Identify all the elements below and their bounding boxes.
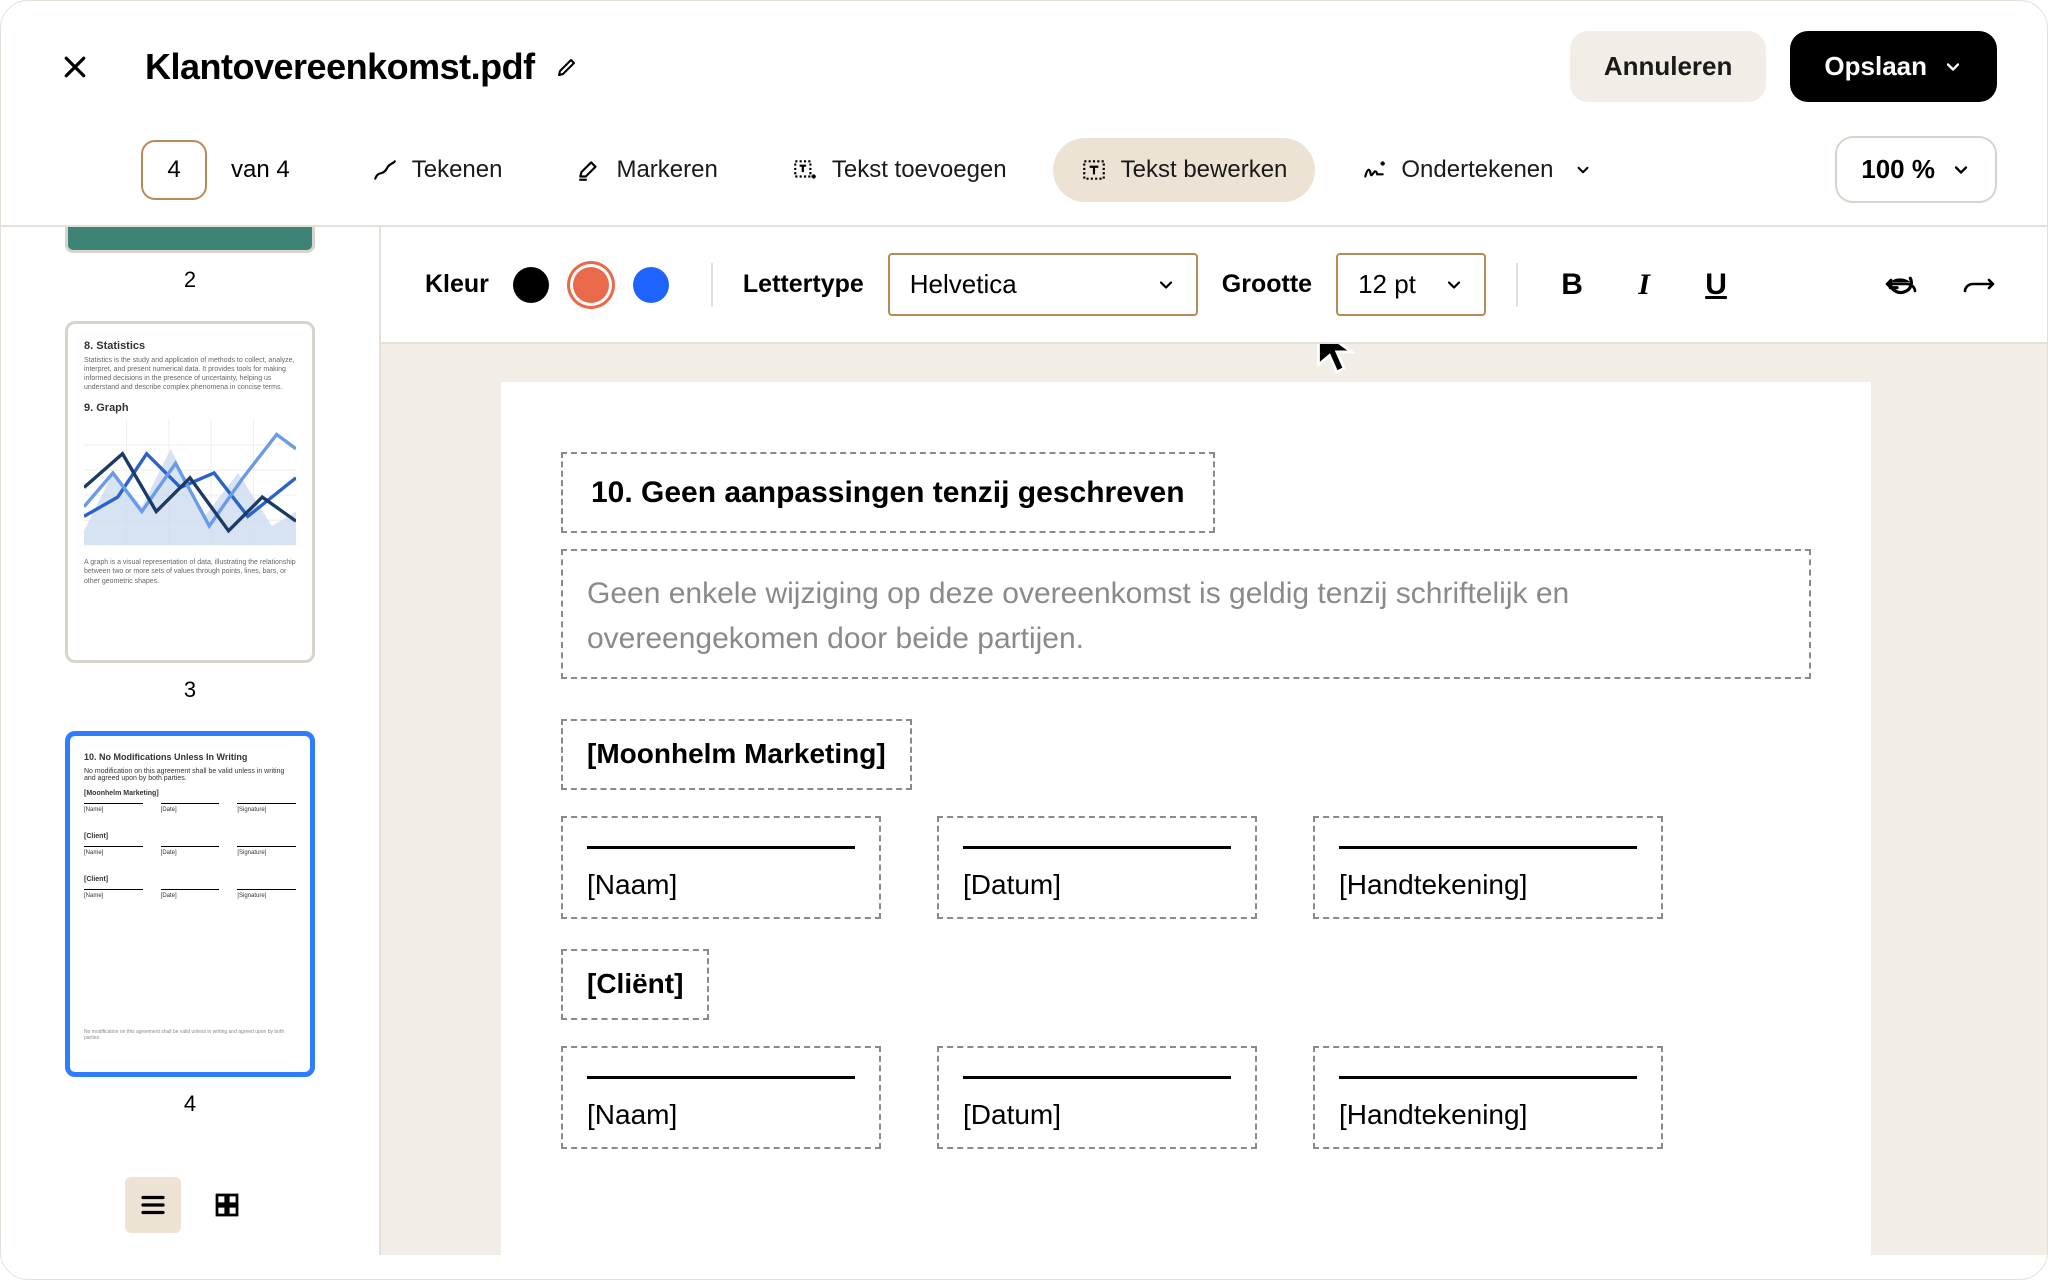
tool-add-text[interactable]: Tekst toevoegen [764,138,1035,202]
signature-cell-sig-1[interactable]: [Handtekening] [1313,816,1663,919]
color-swatch-orange[interactable] [573,267,609,303]
color-swatch-black[interactable] [513,267,549,303]
page-total-label: van 4 [231,156,290,184]
zoom-label: 100 % [1861,154,1935,185]
thumb4-heading: 10. No Modifications Unless In Writing [84,752,296,762]
thumb3-para1: Statistics is the study and application … [84,356,296,392]
thumbnail-label-4: 4 [184,1091,196,1117]
color-swatch-blue[interactable] [633,267,669,303]
color-label: Kleur [425,270,489,299]
tool-sign[interactable]: Ondertekenen [1333,138,1619,202]
view-list-button[interactable] [125,1177,181,1233]
size-select-value: 12 pt [1358,269,1416,300]
thumb4-sig3: [Signature] [237,893,296,899]
text-block-heading[interactable]: 10. Geen aanpassingen tenzij geschreven [561,452,1215,533]
signature-cell-sig-2[interactable]: [Handtekening] [1313,1046,1663,1149]
tool-edit-text-label: Tekst bewerken [1121,156,1288,184]
signature-label-signature: [Handtekening] [1339,1099,1637,1131]
tool-highlight[interactable]: Markeren [548,138,745,202]
chevron-down-icon [1444,275,1464,295]
thumb4-date: [Date] [161,807,220,813]
signature-cell-date-2[interactable]: [Datum] [937,1046,1257,1149]
cancel-button[interactable]: Annuleren [1570,31,1767,102]
thumb4-date2: [Date] [161,850,220,856]
bold-button[interactable]: B [1548,261,1596,309]
thumbnail-label-2: 2 [184,267,196,293]
size-label: Grootte [1222,270,1312,299]
thumb4-para: No modification on this agreement shall … [84,768,296,782]
document-page[interactable]: 10. Geen aanpassingen tenzij geschreven … [501,382,1871,1255]
thumb3-heading1: 8. Statistics [84,340,296,352]
view-grid-button[interactable] [199,1177,255,1233]
tool-draw-label: Tekenen [412,156,503,184]
tool-highlight-label: Markeren [616,156,717,184]
thumb4-footer: No modification on this agreement shall … [84,1029,296,1041]
thumb4-sig: [Signature] [237,807,296,813]
tool-add-text-label: Tekst toevoegen [832,156,1007,184]
tool-draw[interactable]: Tekenen [344,138,531,202]
thumb4-name: [Name] [84,807,143,813]
signature-label-name: [Naam] [587,1099,855,1131]
page-number-input[interactable]: 4 [141,140,207,200]
font-select-value: Helvetica [910,269,1017,300]
text-block-body[interactable]: Geen enkele wijziging op deze overeenkom… [561,549,1811,679]
signature-label-date: [Datum] [963,869,1231,901]
size-select[interactable]: 12 pt [1336,253,1486,316]
edit-filename-icon[interactable] [553,53,581,81]
chevron-down-icon [1574,161,1592,179]
thumbnail-page-4[interactable]: 10. No Modifications Unless In Writing N… [65,731,315,1077]
highlight-icon [576,157,602,183]
text-block-party2[interactable]: [Cliënt] [561,949,709,1020]
underline-button[interactable]: U [1692,261,1740,309]
close-icon[interactable] [59,51,91,83]
signature-label-signature: [Handtekening] [1339,869,1637,901]
chevron-down-icon [1951,160,1971,180]
signature-label-name: [Naam] [587,869,855,901]
signature-cell-date-1[interactable]: [Datum] [937,816,1257,919]
signature-label-date: [Datum] [963,1099,1231,1131]
thumb4-date3: [Date] [161,893,220,899]
cursor-icon [1313,344,1357,376]
thumb4-name3: [Name] [84,893,143,899]
signature-cell-name-2[interactable]: [Naam] [561,1046,881,1149]
thumb3-chart [84,420,296,550]
file-title: Klantovereenkomst.pdf [145,46,535,88]
thumb3-heading2: 9. Graph [84,402,296,414]
thumb4-party2b: [Client] [84,876,296,883]
thumb4-party1: [Moonhelm Marketing] [84,790,296,797]
signature-cell-name-1[interactable]: [Naam] [561,816,881,919]
save-button[interactable]: Opslaan [1790,31,1997,102]
tool-edit-text[interactable]: Tekst bewerken [1053,138,1316,202]
chevron-down-icon [1943,57,1963,77]
thumbnail-page-3[interactable]: 8. Statistics Statistics is the study an… [65,321,315,663]
add-text-icon [792,157,818,183]
redo-button[interactable] [1955,261,2003,309]
italic-button[interactable]: I [1620,261,1668,309]
zoom-select[interactable]: 100 % [1835,136,1997,203]
undo-button[interactable] [1877,261,1925,309]
text-block-party1[interactable]: [Moonhelm Marketing] [561,719,912,790]
save-button-label: Opslaan [1824,51,1927,82]
edit-text-icon [1081,157,1107,183]
draw-icon [372,157,398,183]
thumbnail-label-3: 3 [184,677,196,703]
font-label: Lettertype [743,270,864,299]
tool-sign-label: Ondertekenen [1401,156,1553,184]
divider [1516,263,1518,307]
thumb3-para2: A graph is a visual representation of da… [84,558,296,585]
divider [711,263,713,307]
thumb4-sig2: [Signature] [237,850,296,856]
font-select[interactable]: Helvetica [888,253,1198,316]
thumb4-name2: [Name] [84,850,143,856]
thumb4-party2: [Client] [84,833,296,840]
sign-icon [1361,157,1387,183]
thumbnail-page-2[interactable] [65,227,315,253]
chevron-down-icon [1156,275,1176,295]
